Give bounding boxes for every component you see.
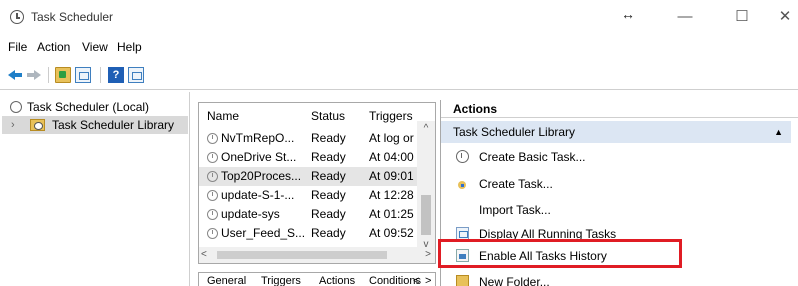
task-name: NvTmRepO... [221,131,295,145]
show-hide-console-tree-icon[interactable] [75,67,91,83]
table-row[interactable]: User_Feed_S... Ready At 09:52 | [199,224,417,243]
task-status: Ready [311,150,346,164]
menu-view[interactable]: View [82,40,108,54]
action-label: Create Task... [479,177,553,191]
action-create-basic-task[interactable]: Create Basic Task... [441,146,791,168]
create-basic-task-icon [456,150,469,163]
close-button[interactable]: ✕ [770,6,798,28]
scrollbar-thumb[interactable] [421,195,431,235]
menu-file[interactable]: File [8,40,27,54]
back-arrow-icon[interactable] [8,67,24,83]
tree-item-task-scheduler-library[interactable]: › Task Scheduler Library [2,116,188,134]
minimize-button[interactable]: — [670,6,700,28]
action-label: New Folder... [479,275,550,286]
task-name: Top20Proces... [221,169,302,183]
task-status: Ready [311,169,346,183]
collapse-arrow-icon[interactable]: ▲ [774,121,783,143]
tab-actions[interactable]: Actions [319,275,355,286]
task-trigger: At 09:52 | [369,226,417,240]
window-title: Task Scheduler [31,10,114,24]
action-new-folder[interactable]: New Folder... [441,271,791,286]
up-folder-icon[interactable] [55,67,71,83]
task-name: User_Feed_S... [221,226,306,240]
task-scheduler-app-icon [10,10,24,24]
toolbar-separator [100,67,101,83]
vertical-scrollbar[interactable]: ^ v [417,121,435,253]
table-row[interactable]: NvTmRepO... Ready At log or [199,129,417,148]
tab-triggers[interactable]: Triggers [261,275,301,286]
show-hide-action-pane-icon[interactable] [128,67,144,83]
task-name: update-S-1-... [221,188,295,202]
clock-icon [10,101,22,113]
task-clock-icon [207,209,218,220]
create-task-icon [456,177,469,190]
task-status: Ready [311,131,346,145]
task-status: Ready [311,226,346,240]
menu-help[interactable]: Help [117,40,142,54]
console-tree: Task Scheduler (Local) › Task Scheduler … [2,92,190,286]
actions-header: Actions [441,100,798,118]
highlight-annotation [438,239,682,268]
toolbar-separator [48,67,49,83]
horizontal-scrollbar[interactable]: < > [199,247,435,263]
task-name: OneDrive St... [221,150,297,164]
tab-nav-right-icon[interactable]: > [425,275,431,286]
maximize-button[interactable]: ☐ [727,6,757,28]
scroll-right-icon[interactable]: > [425,247,431,263]
tree-item-label: Task Scheduler Library [52,118,175,132]
task-trigger: At 04:00 . [369,150,417,164]
tab-general[interactable]: General [207,275,246,286]
toolbar: ? [0,65,798,87]
resize-cursor-icon: ↔ [621,6,635,22]
table-row[interactable]: update-S-1-... Ready At 12:28 . [199,186,417,205]
new-folder-icon [456,275,469,286]
column-header-status[interactable]: Status [311,109,345,123]
task-trigger: At 01:25 . [369,207,417,221]
task-clock-icon [207,152,218,163]
task-clock-icon [207,133,218,144]
action-import-task[interactable]: Import Task... [441,199,791,221]
title-bar: Task Scheduler ↔ — ☐ ✕ [0,0,798,34]
task-trigger: At 12:28 . [369,188,417,202]
table-row[interactable]: update-sys Ready At 01:25 . [199,205,417,224]
task-clock-icon [207,190,218,201]
expand-chevron-icon[interactable]: › [11,116,15,134]
tree-item-task-scheduler-local[interactable]: Task Scheduler (Local) [2,98,188,116]
action-label: Create Basic Task... [479,150,586,164]
table-row-selected[interactable]: Top20Proces... Ready At 09:01 | [199,167,417,186]
section-title: Task Scheduler Library [453,125,576,139]
task-clock-icon [207,228,218,239]
folder-clock-icon [30,119,45,131]
task-list: Name Status Triggers NvTmRepO... Ready A… [198,102,436,264]
action-create-task[interactable]: Create Task... [441,173,791,195]
tab-nav-left-icon[interactable]: < [413,275,419,286]
task-status: Ready [311,207,346,221]
detail-tabs: General Triggers Actions Conditions < > [198,272,436,286]
column-header-name[interactable]: Name [207,109,239,123]
task-clock-icon [207,171,218,182]
tree-item-label: Task Scheduler (Local) [27,100,150,114]
column-header-triggers[interactable]: Triggers [369,109,413,123]
scroll-left-icon[interactable]: < [201,247,207,263]
scroll-up-icon[interactable]: ^ [417,121,435,137]
task-trigger: At 09:01 | [369,169,417,183]
task-status: Ready [311,188,346,202]
menu-action[interactable]: Action [37,40,70,54]
task-name: update-sys [221,207,280,221]
help-icon[interactable]: ? [108,67,124,83]
scrollbar-thumb[interactable] [217,251,387,259]
toolbar-divider [0,89,798,90]
action-label: Import Task... [479,203,551,217]
forward-arrow-icon[interactable] [25,67,41,83]
task-trigger: At log or [369,131,414,145]
table-row[interactable]: OneDrive St... Ready At 04:00 . [199,148,417,167]
actions-section-header[interactable]: Task Scheduler Library ▲ [441,121,791,143]
